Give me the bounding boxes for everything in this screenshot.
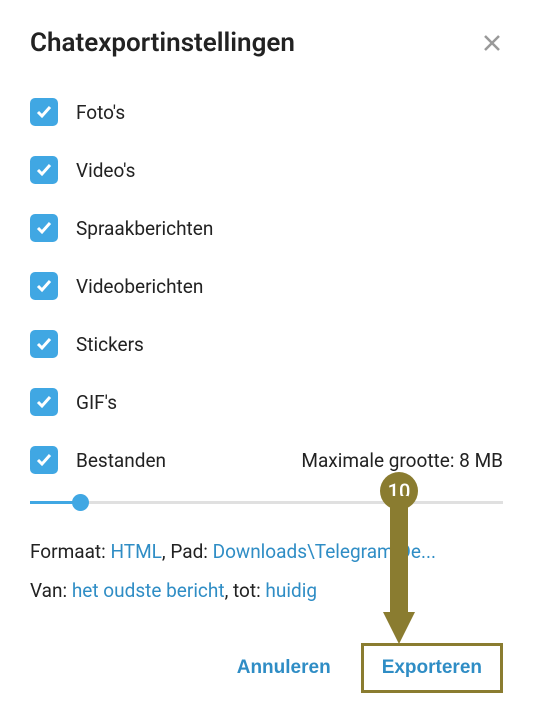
checkbox-checked[interactable] (30, 98, 58, 126)
date-range-line: Van: het oudste bericht, tot: huidig (30, 577, 503, 606)
slider-thumb[interactable] (72, 494, 89, 511)
option-label: Video's (76, 159, 135, 182)
checkbox-checked[interactable] (30, 156, 58, 184)
option-label: GIF's (76, 391, 117, 414)
option-gifs[interactable]: GIF's (30, 388, 503, 416)
path-link[interactable]: Downloads\Telegram De... (213, 540, 436, 563)
option-photos[interactable]: Foto's (30, 98, 503, 126)
option-stickers[interactable]: Stickers (30, 330, 503, 358)
option-label: Videoberichten (76, 275, 203, 298)
check-icon (35, 277, 53, 295)
dialog-footer: Annuleren Exporteren (30, 643, 503, 693)
checkbox-checked[interactable] (30, 330, 58, 358)
from-label: Van: (30, 579, 72, 602)
option-label: Foto's (76, 101, 125, 124)
check-icon (35, 161, 53, 179)
check-icon (35, 335, 53, 353)
option-label: Spraakberichten (76, 217, 213, 240)
check-icon (35, 451, 53, 469)
slider-track (30, 501, 503, 504)
option-label: Stickers (76, 333, 144, 356)
from-link[interactable]: het oudste bericht (72, 579, 225, 602)
export-button[interactable]: Exporteren (361, 643, 503, 693)
option-videos[interactable]: Video's (30, 156, 503, 184)
option-files[interactable]: Bestanden Maximale grootte: 8 MB (30, 446, 503, 474)
format-path-line: Formaat: HTML, Pad: Downloads\Telegram D… (30, 538, 503, 567)
max-size-label: Maximale grootte: 8 MB (301, 449, 503, 472)
option-video-messages[interactable]: Videoberichten (30, 272, 503, 300)
format-label: Formaat: (30, 540, 110, 563)
path-label: , Pad: (162, 540, 213, 563)
export-settings-dialog: Chatexportinstellingen Foto's Video's Sp… (0, 0, 533, 715)
checkbox-checked[interactable] (30, 446, 58, 474)
to-link[interactable]: huidig (265, 579, 317, 602)
format-link[interactable]: HTML (110, 540, 161, 563)
max-size-value: 8 MB (459, 449, 503, 472)
check-icon (35, 219, 53, 237)
close-button[interactable] (481, 32, 503, 54)
size-slider[interactable] (30, 492, 503, 512)
close-icon (483, 34, 501, 52)
checkbox-checked[interactable] (30, 388, 58, 416)
checkbox-checked[interactable] (30, 272, 58, 300)
dialog-title: Chatexportinstellingen (30, 28, 295, 58)
checkbox-checked[interactable] (30, 214, 58, 242)
option-label: Bestanden (76, 449, 166, 472)
cancel-button[interactable]: Annuleren (217, 643, 351, 693)
check-icon (35, 103, 53, 121)
option-voice-messages[interactable]: Spraakberichten (30, 214, 503, 242)
dialog-header: Chatexportinstellingen (30, 28, 503, 58)
max-size-prefix: Maximale grootte: (301, 449, 459, 472)
to-label: , tot: (225, 579, 266, 602)
check-icon (35, 393, 53, 411)
